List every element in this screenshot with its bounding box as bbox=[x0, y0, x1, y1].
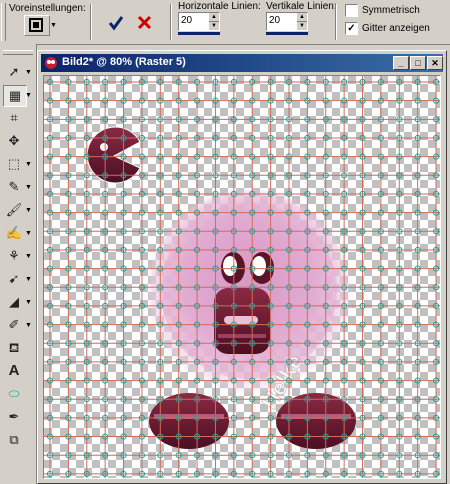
chevron-down-icon[interactable]: ▼ bbox=[25, 253, 32, 260]
separator bbox=[170, 4, 172, 40]
horizontal-lines-value: 20 bbox=[181, 15, 193, 26]
horizontal-lines-label: Horizontale Linien: bbox=[178, 1, 261, 12]
tool-options-bar: Voreinstellungen: ▼ Horizontale Linien: … bbox=[0, 0, 450, 45]
vertical-lines-slider[interactable] bbox=[266, 32, 308, 35]
vertical-lines-field[interactable]: 20 ▲ ▼ bbox=[266, 12, 308, 31]
chevron-down-icon[interactable]: ▼ bbox=[25, 207, 32, 214]
app-icon[interactable] bbox=[44, 56, 58, 70]
pen-icon[interactable]: ✒ bbox=[3, 407, 25, 427]
chevron-down-icon[interactable]: ▼ bbox=[25, 230, 32, 237]
chevron-down-icon[interactable]: ▼ bbox=[25, 161, 32, 168]
spin-down-icon[interactable]: ▼ bbox=[209, 22, 219, 30]
x-icon bbox=[137, 15, 152, 30]
creature-mouth bbox=[214, 288, 270, 354]
text-icon[interactable]: A bbox=[3, 361, 25, 381]
vertical-lines-label: Vertikale Linien: bbox=[266, 1, 337, 12]
window-title: Bild2* @ 80% (Raster 5) bbox=[62, 56, 186, 68]
maximize-button[interactable]: □ bbox=[410, 56, 426, 70]
minimize-button[interactable]: _ bbox=[393, 56, 409, 70]
mesh-warp-icon[interactable]: ▦ bbox=[3, 85, 27, 107]
object-selector-icon[interactable]: ⧉ bbox=[3, 430, 25, 450]
eraser-icon[interactable]: ◢ bbox=[3, 292, 25, 312]
toolbar-grip[interactable] bbox=[1, 3, 6, 41]
tool-palette: ➚ ▼ ▦ ▼ ⌗ ✥ ⬚ ▼ ✎ ▼ 🖌 ▼ ✍ ▼ ⚘ ▼ ➹ ▼ ◢ ▼ ✐ ▼ ⛾ A ⬭ ✒ ⧉ bbox=[0, 44, 37, 484]
spin-up-icon[interactable]: ▲ bbox=[209, 13, 219, 22]
vertical-lines-value: 20 bbox=[269, 15, 281, 26]
preset-icon bbox=[29, 18, 43, 32]
separator bbox=[335, 4, 337, 40]
presets-button[interactable] bbox=[24, 15, 50, 36]
crop-icon[interactable]: ⌗ bbox=[3, 108, 25, 128]
chevron-down-icon[interactable]: ▼ bbox=[25, 276, 32, 283]
show-grid-label: Gitter anzeigen bbox=[362, 23, 430, 34]
horizontal-lines-field[interactable]: 20 ▲ ▼ bbox=[178, 12, 220, 31]
horizontal-lines-slider[interactable] bbox=[178, 32, 220, 35]
paint-brush-icon[interactable]: 🖌 bbox=[3, 200, 25, 220]
chevron-down-icon[interactable]: ▼ bbox=[25, 69, 32, 76]
apply-button[interactable] bbox=[105, 12, 127, 34]
show-grid-checkbox[interactable]: ✓ bbox=[345, 22, 358, 35]
close-button[interactable]: ✕ bbox=[427, 56, 443, 70]
clone-brush-icon[interactable]: ✍ bbox=[3, 223, 25, 243]
push-brush-icon[interactable]: ➹ bbox=[3, 269, 25, 289]
spin-up-icon[interactable]: ▲ bbox=[297, 13, 307, 22]
spin-buttons[interactable]: ▲ ▼ bbox=[209, 13, 219, 30]
color-replacer-icon[interactable]: ⚘ bbox=[3, 246, 25, 266]
chevron-down-icon[interactable]: ▼ bbox=[25, 92, 32, 99]
picture-tube-icon[interactable]: ✐ bbox=[3, 315, 25, 335]
canvas-drawing: Helke bbox=[44, 76, 440, 478]
chevron-down-icon[interactable]: ▼ bbox=[25, 322, 32, 329]
symmetric-label: Symmetrisch bbox=[362, 5, 420, 16]
cancel-button[interactable] bbox=[134, 12, 156, 34]
move-icon[interactable]: ✥ bbox=[3, 131, 25, 151]
spin-down-icon[interactable]: ▼ bbox=[297, 22, 307, 30]
presets-label: Voreinstellungen: bbox=[9, 3, 86, 14]
image-window: Bild2* @ 80% (Raster 5) _ □ ✕ Helke bbox=[37, 50, 447, 484]
symmetric-checkbox[interactable] bbox=[345, 4, 358, 17]
selection-icon[interactable]: ⬚ bbox=[3, 154, 25, 174]
spin-buttons[interactable]: ▲ ▼ bbox=[297, 13, 307, 30]
chevron-down-icon[interactable]: ▼ bbox=[25, 299, 32, 306]
paint-bucket-icon[interactable]: ⛾ bbox=[3, 338, 25, 358]
image-canvas[interactable]: Helke bbox=[43, 75, 441, 479]
preset-shape-icon[interactable]: ⬭ bbox=[3, 384, 25, 404]
chevron-down-icon[interactable]: ▼ bbox=[25, 184, 32, 191]
palette-grip[interactable] bbox=[3, 50, 33, 55]
window-titlebar[interactable]: Bild2* @ 80% (Raster 5) _ □ ✕ bbox=[41, 54, 443, 72]
dropper-icon[interactable]: ✎ bbox=[3, 177, 25, 197]
arrow-icon[interactable]: ➚ bbox=[3, 62, 25, 82]
chevron-down-icon[interactable]: ▼ bbox=[50, 22, 57, 29]
separator bbox=[90, 4, 92, 40]
checkmark-icon bbox=[108, 16, 124, 31]
